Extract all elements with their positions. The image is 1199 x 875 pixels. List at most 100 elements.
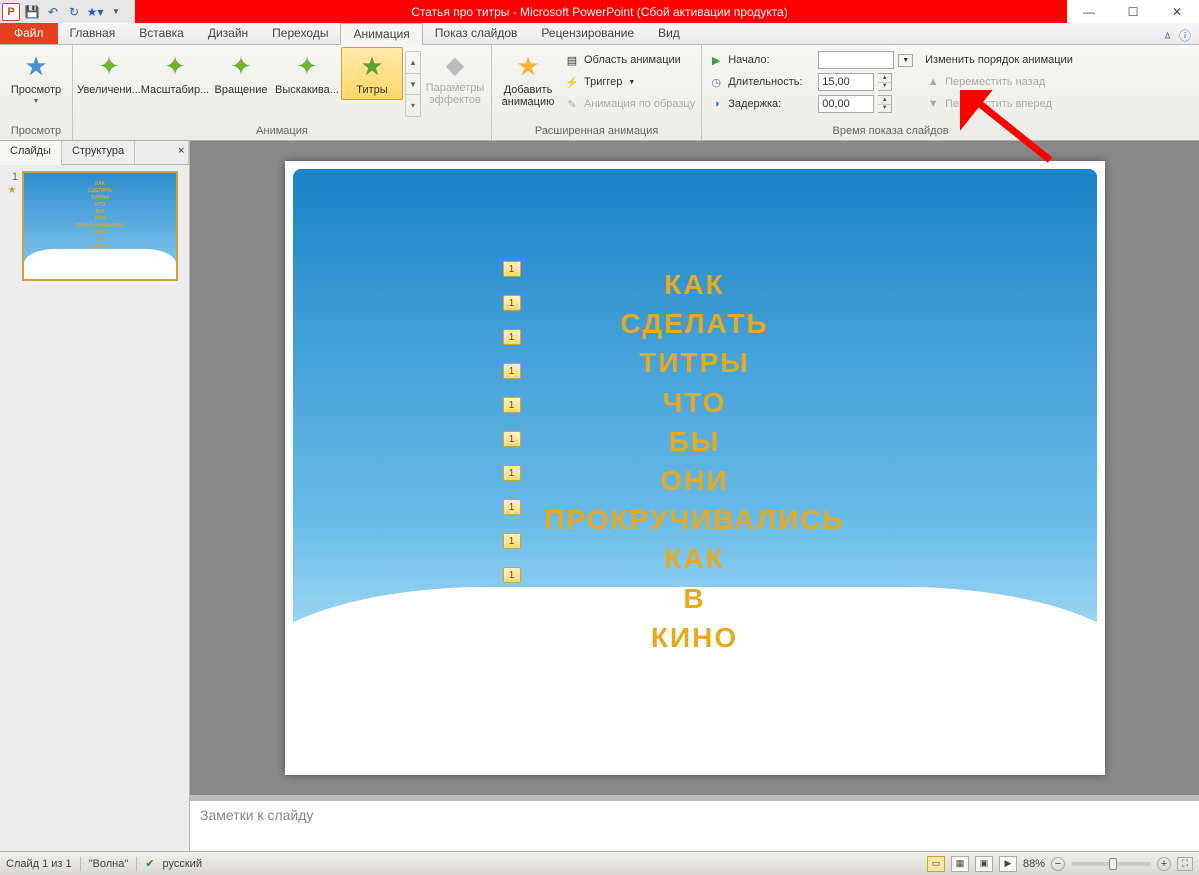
slides-pane: Слайды Структура × 1 ★ КАКСДЕЛАТЬТИТРЫЧТ… <box>0 141 190 851</box>
view-reading-button[interactable]: ▣ <box>975 856 993 872</box>
zoom-in-button[interactable]: + <box>1157 857 1171 871</box>
tab-review[interactable]: Рецензирование <box>529 22 646 44</box>
tab-design[interactable]: Дизайн <box>196 22 260 44</box>
delay-spinner[interactable]: ▲▼ <box>878 95 892 113</box>
ribbon-tabs: Файл Главная Вставка Дизайн Переходы Ани… <box>0 23 1199 45</box>
view-slideshow-button[interactable]: ▶ <box>999 856 1017 872</box>
add-animation-button[interactable]: ★ Добавить анимацию <box>496 47 560 108</box>
title-bar: P 💾 ↶ ↻ ★▾ ▼ Статья про титры - Microsof… <box>0 0 1199 23</box>
pane-icon: ▤ <box>564 54 580 67</box>
star-play-icon: ★ <box>24 51 47 82</box>
delay-icon: ◑ <box>708 98 724 110</box>
group-preview: ★ Просмотр ▼ Просмотр <box>0 45 73 140</box>
tab-transitions[interactable]: Переходы <box>260 22 340 44</box>
window-controls: — ☐ ✕ <box>1066 0 1199 23</box>
sidetab-slides[interactable]: Слайды <box>0 141 62 165</box>
qat-customize-icon[interactable]: ▼ <box>107 3 125 21</box>
zoom-slider[interactable] <box>1071 862 1151 866</box>
tab-home[interactable]: Главная <box>58 22 128 44</box>
effect-spin[interactable]: ✦Вращение <box>209 47 273 96</box>
save-icon[interactable]: 💾 <box>23 3 41 21</box>
view-sorter-button[interactable]: ▦ <box>951 856 969 872</box>
effect-grow[interactable]: ✦Увеличени... <box>77 47 141 96</box>
side-tabs: Слайды Структура × <box>0 141 189 165</box>
effect-options-icon: ◆ <box>446 51 464 80</box>
play-icon: ▶ <box>708 54 724 67</box>
redo-icon[interactable]: ↻ <box>65 3 83 21</box>
group-timing: ▶ Начало: ▼ ◷ Длительность: 15,00 ▲▼ ◑ З… <box>702 45 1079 140</box>
timing-group-label: Время показа слайдов <box>706 125 1075 138</box>
duration-input[interactable]: 15,00 <box>818 73 874 91</box>
tab-view[interactable]: Вид <box>646 22 692 44</box>
group-advanced-animation: ★ Добавить анимацию ▤Область анимации ⚡Т… <box>492 45 702 140</box>
move-later-button: ▼Переместить вперед <box>923 93 1075 115</box>
group-animation: ✦Увеличени... ✦Масштабир... ✦Вращение ✦В… <box>73 45 492 140</box>
app-icon[interactable]: P <box>2 3 20 21</box>
adv-anim-group-label: Расширенная анимация <box>496 125 697 138</box>
status-bar: Слайд 1 из 1 "Волна" ✔ русский ▭ ▦ ▣ ▶ 8… <box>0 851 1199 875</box>
ribbon-minimize-icon[interactable]: ㅿ <box>1162 27 1173 44</box>
painter-icon: ✎ <box>564 98 580 111</box>
effect-zoom[interactable]: ✦Масштабир... <box>143 47 207 96</box>
zoom-out-button[interactable]: − <box>1051 857 1065 871</box>
slide-view[interactable]: 1 1 1 1 1 1 1 1 1 1 КАК СДЕЛАТЬ ТИТРЫ ЧТ… <box>190 141 1199 795</box>
lightning-icon: ⚡ <box>564 76 580 89</box>
effect-bounce[interactable]: ✦Выскакива... <box>275 47 339 96</box>
delay-row: ◑ Задержка: 00,00 ▲▼ <box>706 93 915 115</box>
start-select[interactable] <box>818 51 894 69</box>
window-title: Статья про титры - Microsoft PowerPoint … <box>411 5 788 19</box>
preview-label: Просмотр <box>11 84 61 96</box>
status-theme: "Волна" <box>89 858 129 870</box>
credits-text[interactable]: КАК СДЕЛАТЬ ТИТРЫ ЧТО БЫ ОНИ ПРОКРУЧИВАЛ… <box>285 265 1105 657</box>
trigger-button[interactable]: ⚡Триггер▼ <box>562 71 697 93</box>
star-icon: ★ <box>360 51 383 82</box>
status-language[interactable]: русский <box>163 858 202 870</box>
duration-spinner[interactable]: ▲▼ <box>878 73 892 91</box>
add-star-icon: ★ <box>516 51 539 82</box>
start-row: ▶ Начало: ▼ <box>706 49 915 71</box>
maximize-button[interactable]: ☐ <box>1111 0 1155 23</box>
effect-gallery-scroll[interactable]: ▲▼▾ <box>405 51 421 117</box>
tab-insert[interactable]: Вставка <box>127 22 196 44</box>
reorder-heading: Изменить порядок анимации <box>923 49 1075 71</box>
sidetab-outline[interactable]: Структура <box>62 141 135 164</box>
status-slide-info: Слайд 1 из 1 <box>6 858 72 870</box>
effect-credits[interactable]: ★Титры <box>341 47 403 100</box>
preview-group-label: Просмотр <box>4 125 68 138</box>
canvas-area: 1 1 1 1 1 1 1 1 1 1 КАК СДЕЛАТЬ ТИТРЫ ЧТ… <box>190 141 1199 851</box>
clock-icon: ◷ <box>708 76 724 89</box>
sidetab-close[interactable]: × <box>168 141 189 164</box>
quick-access-toolbar: P 💾 ↶ ↻ ★▾ ▼ <box>0 0 135 23</box>
animation-pane-button[interactable]: ▤Область анимации <box>562 49 697 71</box>
down-arrow-icon: ▼ <box>925 98 941 110</box>
ribbon: ★ Просмотр ▼ Просмотр ✦Увеличени... ✦Мас… <box>0 45 1199 141</box>
slide-thumbnail-1[interactable]: 1 ★ КАКСДЕЛАТЬТИТРЫЧТОБЫОНИПРОКРУЧИВАЛИС… <box>0 165 189 287</box>
close-button[interactable]: ✕ <box>1155 0 1199 23</box>
animation-group-label: Анимация <box>77 125 487 138</box>
undo-icon[interactable]: ↶ <box>44 3 62 21</box>
fit-window-button[interactable]: ⛶ <box>1177 857 1193 871</box>
star-icon: ✦ <box>230 51 252 82</box>
zoom-level[interactable]: 88% <box>1023 858 1045 870</box>
duration-row: ◷ Длительность: 15,00 ▲▼ <box>706 71 915 93</box>
minimize-button[interactable]: — <box>1067 0 1111 23</box>
star-icon: ✦ <box>296 51 318 82</box>
file-tab[interactable]: Файл <box>0 22 58 44</box>
start-dropdown-icon[interactable]: ▼ <box>898 54 913 67</box>
star-icon[interactable]: ★▾ <box>86 3 104 21</box>
spellcheck-icon[interactable]: ✔ <box>145 857 154 870</box>
help-icon[interactable]: ⓘ <box>1179 27 1191 44</box>
delay-input[interactable]: 00,00 <box>818 95 874 113</box>
workspace: Слайды Структура × 1 ★ КАКСДЕЛАТЬТИТРЫЧТ… <box>0 141 1199 851</box>
view-normal-button[interactable]: ▭ <box>927 856 945 872</box>
notes-pane[interactable]: Заметки к слайду <box>190 801 1199 851</box>
star-icon: ✦ <box>164 51 186 82</box>
animation-painter-button: ✎Анимация по образцу <box>562 93 697 115</box>
up-arrow-icon: ▲ <box>925 76 941 88</box>
thumbnail-preview: КАКСДЕЛАТЬТИТРЫЧТОБЫОНИПРОКРУЧИВАЛИСЬКАК… <box>22 171 178 281</box>
preview-button[interactable]: ★ Просмотр ▼ <box>4 47 68 105</box>
effect-options-button: ◆ Параметры эффектов <box>423 47 487 106</box>
tab-slideshow[interactable]: Показ слайдов <box>423 22 530 44</box>
slide[interactable]: 1 1 1 1 1 1 1 1 1 1 КАК СДЕЛАТЬ ТИТРЫ ЧТ… <box>285 161 1105 775</box>
tab-animation[interactable]: Анимация <box>340 23 422 45</box>
